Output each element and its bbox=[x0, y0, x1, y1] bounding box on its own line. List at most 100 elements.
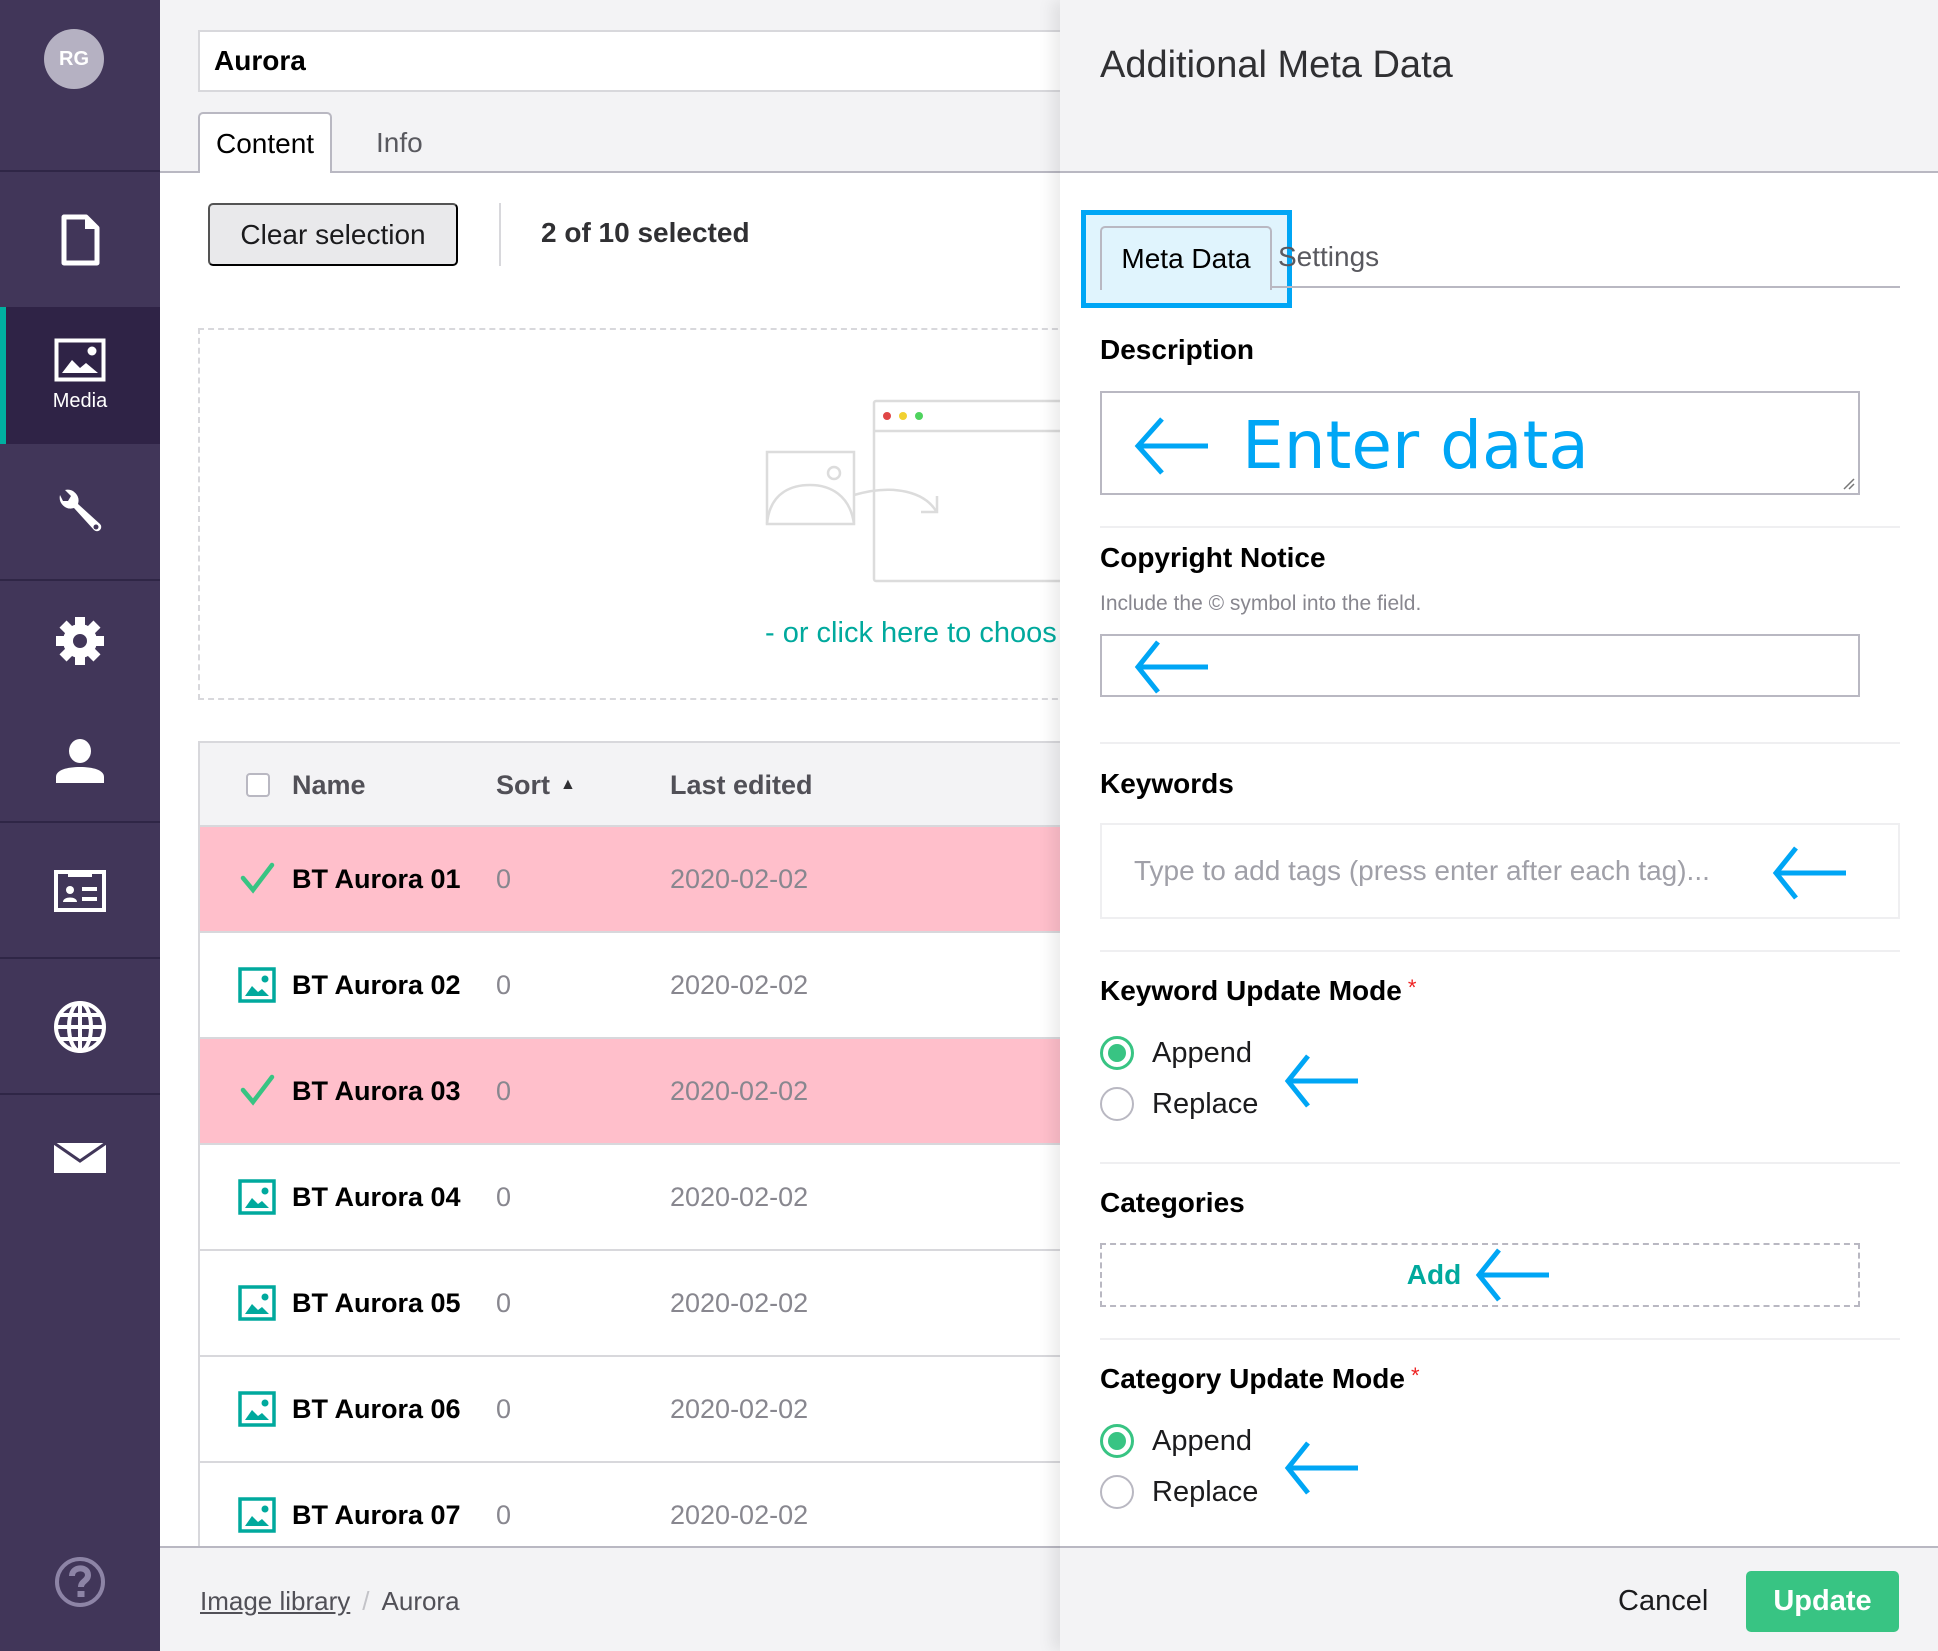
select-all-checkbox[interactable] bbox=[246, 773, 270, 797]
breadcrumb: Image library / Aurora bbox=[200, 1586, 460, 1617]
row-name: BT Aurora 05 bbox=[292, 1287, 461, 1318]
sidebar-item-translation[interactable] bbox=[0, 959, 160, 1094]
enter-data-annotation: Enter data bbox=[1242, 407, 1589, 484]
required-mark: * bbox=[1410, 1363, 1420, 1388]
row-name: BT Aurora 04 bbox=[292, 1181, 461, 1212]
breadcrumb-image-library[interactable]: Image library bbox=[200, 1586, 350, 1617]
media-table: Name Sort ▲ Last edited BT Aurora 01 0 202… bbox=[198, 741, 1078, 1569]
upload-dropzone[interactable]: - or click here to choos bbox=[198, 328, 1078, 700]
row-sort: 0 bbox=[496, 1287, 512, 1318]
cancel-button[interactable]: Cancel bbox=[1618, 1572, 1708, 1630]
keyword-mode-append-radio[interactable]: Append bbox=[1100, 1036, 1252, 1070]
upload-illustration-icon bbox=[765, 399, 1076, 583]
sidebar-item-users[interactable] bbox=[0, 701, 160, 821]
checkmark-icon[interactable] bbox=[238, 861, 276, 897]
sidebar-item-members[interactable] bbox=[0, 823, 160, 958]
category-update-mode-label: Category Update Mode * bbox=[1100, 1363, 1420, 1395]
radio-unchecked-icon bbox=[1100, 1475, 1134, 1509]
radio-label: Append bbox=[1152, 1036, 1252, 1069]
arrow-left-icon bbox=[1284, 1441, 1358, 1495]
row-name: BT Aurora 02 bbox=[292, 969, 461, 1000]
column-header-sort[interactable]: Sort ▲ bbox=[496, 743, 576, 827]
sidebar-item-media[interactable]: Media bbox=[0, 307, 160, 444]
tab-settings[interactable]: Settings bbox=[1278, 226, 1379, 288]
table-row[interactable]: BT Aurora 01 0 2020-02-02 bbox=[198, 827, 1078, 933]
row-last-edited: 2020-02-02 bbox=[670, 969, 809, 1000]
section-divider bbox=[1100, 1338, 1900, 1340]
help-icon bbox=[55, 1557, 105, 1607]
copyright-hint: Include the © symbol into the field. bbox=[1100, 592, 1422, 615]
image-icon[interactable] bbox=[238, 1285, 276, 1321]
sidebar: RG Media bbox=[0, 0, 160, 1651]
tab-content[interactable]: Content bbox=[198, 112, 333, 174]
table-row[interactable]: BT Aurora 03 0 2020-02-02 bbox=[198, 1039, 1078, 1145]
keywords-placeholder: Type to add tags (press enter after each… bbox=[1134, 855, 1710, 886]
keyword-update-mode-label: Keyword Update Mode * bbox=[1100, 975, 1416, 1007]
row-name: BT Aurora 03 bbox=[292, 1075, 461, 1106]
table-row[interactable]: BT Aurora 06 0 2020-02-02 bbox=[198, 1357, 1078, 1463]
resize-handle-icon[interactable] bbox=[1841, 476, 1855, 490]
breadcrumb-separator: / bbox=[362, 1586, 370, 1616]
update-button[interactable]: Update bbox=[1746, 1571, 1899, 1632]
radio-label: Replace bbox=[1152, 1087, 1259, 1120]
id-card-icon bbox=[54, 869, 106, 912]
section-divider bbox=[1100, 526, 1900, 528]
arrow-left-icon bbox=[1134, 417, 1208, 475]
image-icon[interactable] bbox=[238, 1179, 276, 1215]
arrow-left-icon bbox=[1772, 846, 1846, 900]
mail-icon bbox=[54, 1142, 106, 1173]
section-divider bbox=[1100, 742, 1900, 744]
sidebar-item-tools[interactable] bbox=[0, 444, 160, 580]
row-last-edited: 2020-02-02 bbox=[670, 863, 809, 894]
sidebar-item-help[interactable] bbox=[0, 1540, 160, 1624]
column-header-sort-label: Sort bbox=[496, 769, 550, 800]
panel-tabs: Meta Data Settings bbox=[1100, 226, 1900, 290]
categories-label: Categories bbox=[1100, 1187, 1245, 1218]
row-name: BT Aurora 01 bbox=[292, 863, 461, 894]
wrench-icon bbox=[59, 489, 102, 532]
add-category-label: Add bbox=[1406, 1259, 1462, 1290]
image-icon bbox=[54, 338, 106, 382]
image-icon[interactable] bbox=[238, 1391, 276, 1427]
tab-meta-data[interactable]: Meta Data bbox=[1100, 226, 1272, 290]
keyword-mode-replace-radio[interactable]: Replace bbox=[1100, 1087, 1258, 1121]
image-icon[interactable] bbox=[238, 1497, 276, 1533]
table-row[interactable]: BT Aurora 04 0 2020-02-02 bbox=[198, 1145, 1078, 1251]
row-last-edited: 2020-02-02 bbox=[670, 1287, 809, 1318]
document-icon bbox=[61, 214, 100, 265]
column-header-last-edited[interactable]: Last edited bbox=[670, 743, 813, 827]
add-category-button[interactable]: Add bbox=[1100, 1243, 1860, 1307]
sidebar-item-settings[interactable] bbox=[0, 581, 160, 701]
keywords-tag-input[interactable]: Type to add tags (press enter after each… bbox=[1100, 823, 1900, 919]
category-mode-append-radio[interactable]: Append bbox=[1100, 1424, 1252, 1458]
description-label: Description bbox=[1100, 334, 1255, 365]
gear-icon bbox=[56, 617, 104, 665]
user-avatar[interactable]: RG bbox=[44, 29, 104, 89]
table-row[interactable]: BT Aurora 02 0 2020-02-02 bbox=[198, 933, 1078, 1039]
main-content: Aurora Content Info Clear selection 2 of… bbox=[160, 0, 1078, 1651]
tab-info[interactable]: Info bbox=[360, 112, 439, 173]
required-mark: * bbox=[1407, 975, 1417, 1000]
sidebar-item-content[interactable] bbox=[0, 172, 160, 307]
table-header: Name Sort ▲ Last edited bbox=[198, 741, 1078, 827]
table-row[interactable]: BT Aurora 05 0 2020-02-02 bbox=[198, 1251, 1078, 1357]
row-last-edited: 2020-02-02 bbox=[670, 1075, 809, 1106]
panel-header: Additional Meta Data bbox=[1060, 0, 1938, 173]
copyright-input[interactable] bbox=[1100, 634, 1860, 697]
image-icon[interactable] bbox=[238, 967, 276, 1003]
radio-label: Append bbox=[1152, 1424, 1252, 1457]
choose-files-link[interactable]: - or click here to choos bbox=[765, 617, 1057, 650]
clear-selection-button[interactable]: Clear selection bbox=[208, 203, 458, 266]
category-mode-replace-radio[interactable]: Replace bbox=[1100, 1475, 1258, 1509]
panel-footer: Cancel Update bbox=[1060, 1546, 1938, 1651]
media-name-input[interactable]: Aurora bbox=[198, 30, 1078, 92]
column-header-name[interactable]: Name bbox=[292, 743, 366, 827]
sidebar-item-forms[interactable] bbox=[0, 1095, 160, 1220]
additional-meta-data-panel: Additional Meta Data Meta Data Settings … bbox=[1060, 0, 1938, 1651]
checkmark-icon[interactable] bbox=[238, 1073, 276, 1109]
row-last-edited: 2020-02-02 bbox=[670, 1181, 809, 1212]
user-icon bbox=[56, 739, 104, 783]
content-tabs: Content Info bbox=[160, 112, 1060, 174]
sidebar-item-label: Media bbox=[52, 390, 108, 412]
description-textarea[interactable]: Enter data bbox=[1100, 391, 1860, 495]
